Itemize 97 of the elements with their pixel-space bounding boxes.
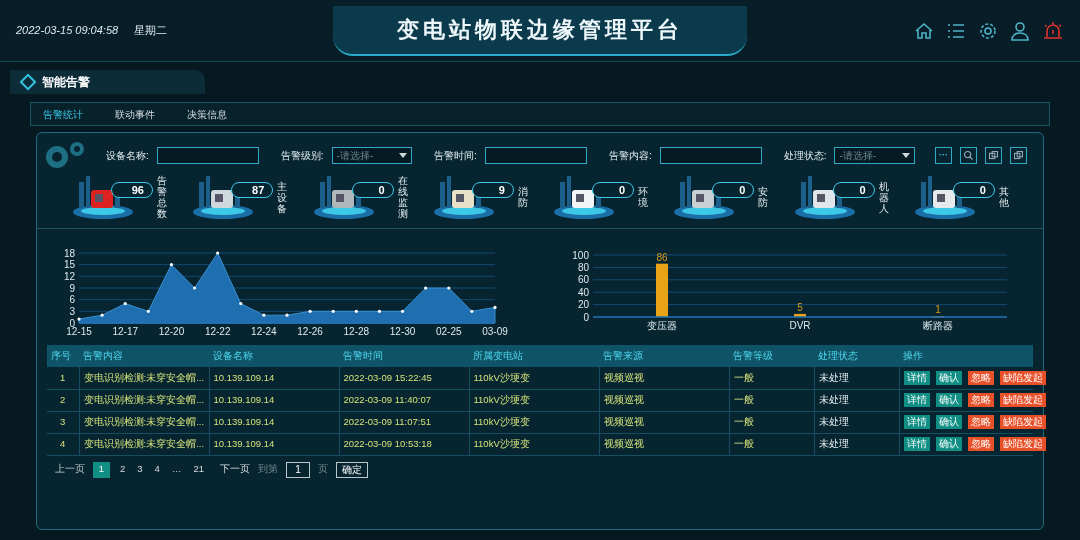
bar-value: 5	[797, 301, 803, 313]
axis-label: 断路器	[923, 320, 953, 331]
table-cell: 一般	[729, 389, 814, 411]
axis-label: 02-25	[436, 326, 462, 337]
stat-label: 安防	[758, 186, 769, 208]
table-cell: 110kV沙埂变	[469, 433, 599, 455]
axis-label: 40	[577, 286, 589, 298]
column-header: 告警来源	[599, 345, 729, 367]
table-cell: 2022-03-09 15:22:45	[339, 367, 469, 389]
axis-label: 变压器	[647, 320, 677, 331]
table-cell: 10.139.109.14	[209, 411, 339, 433]
table-cell: 一般	[729, 367, 814, 389]
axis-label: 0	[69, 317, 75, 329]
stat-label: 环境	[638, 186, 649, 208]
axis-label: 12-20	[158, 326, 185, 337]
filter-label: 告警时间:	[434, 149, 477, 163]
goto-label: 到第	[257, 462, 278, 477]
date-time: 2022-03-15 09:04:58	[16, 23, 119, 39]
table-cell: 10.139.109.14	[209, 389, 339, 411]
stat-label: 消防	[517, 186, 528, 208]
axis-label: DVR	[789, 320, 811, 331]
axis-label: 12-22	[204, 326, 231, 337]
table-cell: 1	[47, 367, 79, 389]
window-title: 变电站物联边缘管理平台	[397, 16, 683, 44]
table-cell: 4	[47, 433, 79, 455]
stat-label: 机器人	[878, 180, 889, 214]
column-header: 操作	[899, 345, 1033, 367]
filter-label: 告警级别:	[280, 149, 324, 163]
axis-label: 80	[577, 261, 589, 273]
table-cell: 视频巡视	[599, 411, 729, 433]
table-cell: 变电识别检测:未穿安全帽...	[79, 433, 209, 455]
axis-label: 15	[63, 259, 75, 271]
table-cell: 2022-03-09 11:07:51	[339, 411, 469, 433]
table-cell: 2022-03-09 11:40:07	[339, 389, 469, 411]
stat-label: 在线监测	[397, 175, 408, 219]
stat-label: 主设备	[277, 180, 288, 214]
column-header: 告警时间	[339, 345, 469, 367]
axis-label: 6	[69, 294, 75, 306]
filter-label: 设备名称:	[106, 149, 149, 163]
column-header: 设备名称	[209, 345, 339, 367]
filter-label: 处理状态:	[783, 149, 827, 163]
axis-label: 12-24	[251, 326, 277, 337]
bar-value: 1	[935, 304, 941, 316]
column-header: 序号	[47, 345, 79, 367]
stat-label: 其他	[998, 186, 1009, 208]
table-cell: 2	[47, 389, 79, 411]
axis-label: 03-09	[482, 326, 508, 337]
table-cell: 一般	[729, 433, 814, 455]
section-title: 智能告警	[42, 74, 90, 91]
table-cell: 未处理	[814, 411, 899, 433]
axis-label: 12-26	[297, 326, 323, 337]
table-cell: 视频巡视	[599, 433, 729, 455]
column-header: 告警内容	[79, 345, 209, 367]
table-cell: 10.139.109.14	[209, 433, 339, 455]
table-cell: 110kV沙埂变	[469, 411, 599, 433]
axis-label: 60	[577, 274, 589, 286]
table-cell: 3	[47, 411, 79, 433]
axis-label: 12	[63, 270, 75, 282]
axis-label: 12-15	[66, 326, 92, 337]
table-cell: 2022-03-09 10:53:18	[339, 433, 469, 455]
count-badge: 87	[231, 182, 274, 198]
table-cell: 变电识别检测:未穿安全帽...	[79, 411, 209, 433]
bar-value: 86	[656, 251, 668, 263]
count-badge: 0	[832, 182, 875, 198]
count-badge: 0	[351, 182, 394, 198]
table-cell: 视频巡视	[599, 389, 729, 411]
axis-label: 9	[69, 282, 75, 294]
axis-label: 20	[577, 299, 589, 311]
stat-label: 告警总数	[157, 175, 167, 219]
count-badge: 9	[471, 182, 514, 198]
table-cell: 变电识别检测:未穿安全帽...	[79, 367, 209, 389]
column-header: 所属变电站	[469, 345, 599, 367]
column-header: 处理状态	[814, 345, 899, 367]
table-cell: 一般	[729, 411, 814, 433]
table-cell: 未处理	[814, 367, 899, 389]
table-cell: 10.139.109.14	[209, 367, 339, 389]
axis-label: 3	[69, 305, 75, 317]
table-cell: 未处理	[814, 389, 899, 411]
count-badge: 0	[712, 182, 755, 198]
weekday: 星期二	[134, 23, 168, 39]
filter-label: 告警内容:	[608, 149, 652, 163]
column-header: 告警等级	[729, 345, 814, 367]
axis-label: 0	[583, 311, 589, 323]
page-unit: 页	[317, 462, 328, 477]
table-cell: 视频巡视	[599, 367, 729, 389]
count-badge: 0	[592, 182, 635, 198]
axis-label: 12-17	[112, 326, 138, 337]
table-cell: 110kV沙埂变	[469, 367, 599, 389]
axis-label: 18	[63, 247, 75, 259]
table-cell: 变电识别检测:未穿安全帽...	[79, 389, 209, 411]
count-badge: 0	[952, 182, 995, 198]
count-badge: 96	[111, 182, 153, 198]
table-cell: 110kV沙埂变	[469, 389, 599, 411]
axis-label: 100	[572, 249, 589, 261]
table-cell: 未处理	[814, 433, 899, 455]
axis-label: 12-30	[389, 326, 416, 337]
axis-label: 12-28	[343, 326, 370, 337]
